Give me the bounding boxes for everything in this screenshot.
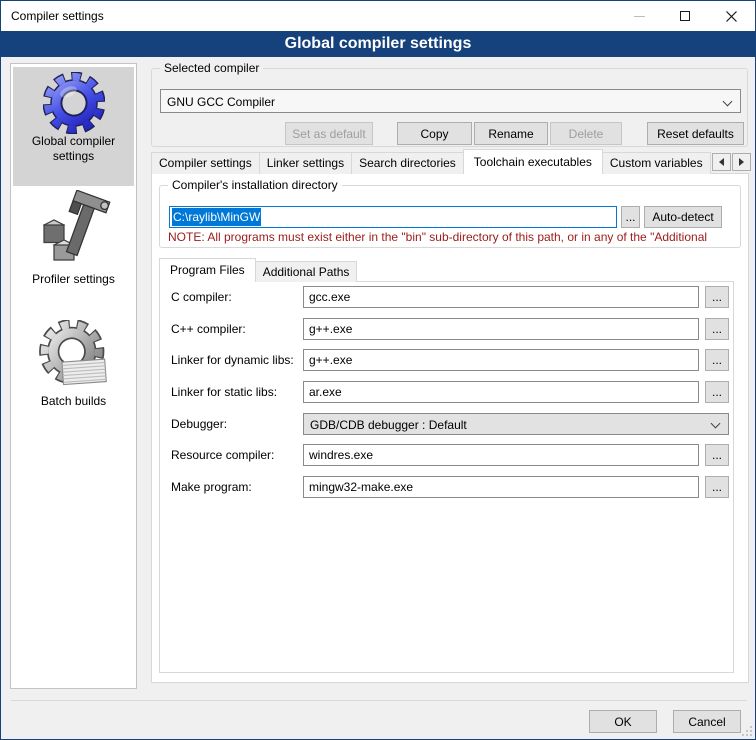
sidebar-item-batch-builds[interactable]: Batch builds	[13, 318, 134, 470]
field-label-linker-static: Linker for static libs:	[171, 381, 301, 403]
note-text: NOTE: All programs must exist either in …	[168, 230, 739, 245]
resize-grip-icon[interactable]	[742, 726, 752, 736]
blue-gear-icon	[13, 72, 134, 134]
sidebar-item-label: Profiler settings	[13, 272, 134, 287]
settings-tab-bar: Compiler settings Linker settings Search…	[151, 149, 711, 174]
delete-button[interactable]: Delete	[550, 122, 622, 145]
group-legend: Compiler's installation directory	[168, 178, 342, 192]
tab-toolchain-executables[interactable]: Toolchain executables	[463, 149, 603, 174]
resource-compiler-browse-button[interactable]: ...	[705, 444, 729, 466]
tab-compiler-settings[interactable]: Compiler settings	[151, 152, 260, 174]
make-program-value: mingw32-make.exe	[309, 480, 413, 494]
installation-directory-value: C:\raylib\MinGW	[172, 208, 261, 226]
sidebar-item-label: Global compiler settings	[13, 134, 134, 164]
files-subtab-bar: Program Files Additional Paths	[159, 258, 459, 282]
installation-directory-input[interactable]: C:\raylib\MinGW	[169, 206, 617, 228]
sidebar-item-global-compiler-settings[interactable]: Global compiler settings	[13, 67, 134, 186]
field-label-make-program: Make program:	[171, 476, 301, 498]
field-label-c-compiler: C compiler:	[171, 286, 301, 308]
tab-scroll-left-icon	[719, 158, 724, 166]
gray-gear-papers-icon	[13, 318, 134, 394]
linker-dynamic-input[interactable]: g++.exe	[303, 349, 699, 371]
chevron-down-icon	[723, 97, 733, 107]
close-button[interactable]	[708, 1, 754, 31]
field-label-cpp-compiler: C++ compiler:	[171, 318, 301, 340]
tab-linker-settings[interactable]: Linker settings	[259, 152, 352, 174]
sidebar-item-label: Batch builds	[13, 394, 134, 409]
cpp-compiler-input[interactable]: g++.exe	[303, 318, 699, 340]
browse-directory-button[interactable]: ...	[621, 206, 640, 228]
footer-divider	[11, 700, 747, 701]
cpp-compiler-browse-button[interactable]: ...	[705, 318, 729, 340]
linker-static-input[interactable]: ar.exe	[303, 381, 699, 403]
tab-custom-variables[interactable]: Custom variables	[602, 152, 711, 174]
auto-detect-button[interactable]: Auto-detect	[644, 206, 722, 228]
window-title: Compiler settings	[11, 1, 104, 31]
minimize-icon	[634, 16, 645, 17]
make-program-browse-button[interactable]: ...	[705, 476, 729, 498]
settings-sidebar: Global compiler settings Profiler	[10, 63, 137, 689]
copy-button[interactable]: Copy	[397, 122, 472, 145]
page-title: Global compiler settings	[1, 31, 755, 57]
tab-scroll-right-button[interactable]	[732, 153, 751, 171]
set-as-default-button[interactable]: Set as default	[285, 122, 373, 145]
tab-scroll-right-icon	[739, 158, 744, 166]
c-compiler-value: gcc.exe	[309, 290, 350, 304]
field-label-debugger: Debugger:	[171, 413, 301, 435]
debugger-select-value: GDB/CDB debugger : Default	[310, 414, 467, 436]
compiler-select-value: GNU GCC Compiler	[167, 90, 275, 114]
linker-dynamic-browse-button[interactable]: ...	[705, 349, 729, 371]
rename-button[interactable]: Rename	[474, 122, 548, 145]
linker-dynamic-value: g++.exe	[309, 353, 352, 367]
c-compiler-input[interactable]: gcc.exe	[303, 286, 699, 308]
cancel-button[interactable]: Cancel	[673, 710, 741, 733]
resource-compiler-value: windres.exe	[309, 448, 373, 462]
debugger-select[interactable]: GDB/CDB debugger : Default	[303, 413, 729, 435]
subtab-program-files[interactable]: Program Files	[159, 258, 256, 282]
resource-compiler-input[interactable]: windres.exe	[303, 444, 699, 466]
tab-search-directories[interactable]: Search directories	[351, 152, 464, 174]
title-bar: Compiler settings	[1, 1, 755, 31]
field-label-resource-compiler: Resource compiler:	[171, 444, 301, 466]
caliper-icon	[13, 188, 134, 272]
c-compiler-browse-button[interactable]: ...	[705, 286, 729, 308]
linker-static-value: ar.exe	[309, 385, 342, 399]
tab-build-options[interactable]: Build options	[710, 152, 711, 174]
chevron-down-icon	[711, 419, 721, 429]
make-program-input[interactable]: mingw32-make.exe	[303, 476, 699, 498]
cpp-compiler-value: g++.exe	[309, 322, 352, 336]
subtab-additional-paths[interactable]: Additional Paths	[255, 261, 358, 282]
maximize-icon	[680, 11, 690, 21]
tab-scroll-left-button[interactable]	[712, 153, 731, 171]
compiler-settings-dialog: Compiler settings Global compiler settin…	[0, 0, 756, 740]
reset-defaults-button[interactable]: Reset defaults	[647, 122, 744, 145]
maximize-button[interactable]	[662, 1, 708, 31]
linker-static-browse-button[interactable]: ...	[705, 381, 729, 403]
ok-button[interactable]: OK	[589, 710, 657, 733]
compiler-select[interactable]: GNU GCC Compiler	[160, 89, 741, 113]
group-legend: Selected compiler	[160, 61, 263, 75]
field-label-linker-dynamic: Linker for dynamic libs:	[171, 349, 301, 371]
minimize-button[interactable]	[616, 1, 662, 31]
selected-compiler-group: Selected compiler GNU GCC Compiler Set a…	[151, 68, 748, 147]
close-icon	[726, 11, 737, 22]
